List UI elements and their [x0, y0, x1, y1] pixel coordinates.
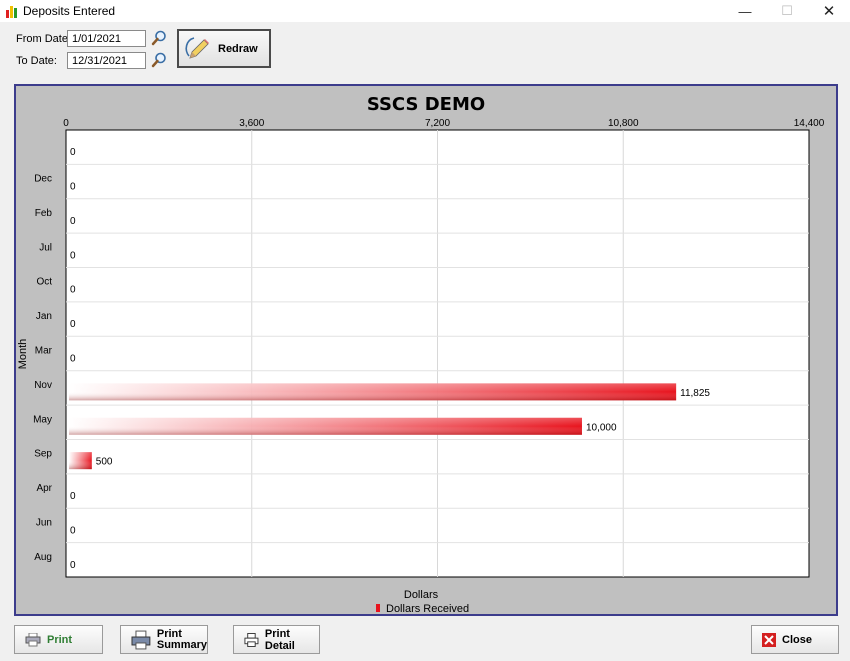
legend-label: Dollars Received: [386, 603, 469, 615]
y-tick-label: Oct: [36, 277, 52, 288]
data-label: 0: [70, 319, 76, 330]
data-label: 0: [70, 250, 76, 261]
x-tick-label: 0: [63, 118, 69, 129]
chart-title: SSCS DEMO: [367, 94, 485, 115]
x-tick-label: 7,200: [425, 118, 450, 129]
redraw-label: Redraw: [218, 42, 258, 55]
data-label: 0: [70, 182, 76, 193]
print-label: Print: [47, 633, 73, 646]
print-detail-label: Print Detail: [264, 627, 295, 652]
y-tick-label: Feb: [35, 208, 53, 219]
data-label: 500: [96, 457, 113, 468]
from-date-input[interactable]: [67, 30, 146, 47]
from-date-search-icon[interactable]: [150, 29, 168, 47]
x-axis-ticks: 0 3,600 7,200 10,800 14,400: [63, 118, 825, 129]
from-date-label: From Date:: [16, 33, 72, 45]
data-label: 0: [70, 147, 76, 158]
legend: Dollars Received: [376, 603, 469, 615]
print-summary-button[interactable]: Print Summary: [120, 625, 208, 654]
x-tick-label: 10,800: [608, 118, 639, 129]
data-label: 0: [70, 525, 76, 536]
bar-shade: [69, 417, 582, 435]
data-label: 10,000: [586, 422, 617, 433]
data-label: 0: [70, 560, 76, 571]
minimize-button[interactable]: —: [724, 0, 766, 22]
printer-icon: [131, 630, 151, 649]
printer-icon: [25, 632, 41, 646]
y-axis-label: Month: [17, 339, 29, 370]
print-summary-label: Print Summary: [156, 628, 207, 651]
close-label: Close: [782, 633, 812, 646]
print-button[interactable]: Print: [14, 625, 103, 654]
deposits-bar-chart: SSCS DEMO 0 3,600 7,200 10,800 14,400 0 Dec 0 F…: [17, 94, 825, 615]
legend-swatch: [376, 604, 380, 612]
data-label: 11,825: [680, 388, 710, 399]
print-summary-line2: Summary: [156, 638, 207, 651]
x-axis-label: Dollars: [404, 589, 439, 601]
bar-shade: [69, 452, 92, 470]
x-tick-label: 14,400: [794, 118, 825, 129]
y-tick-label: Aug: [34, 552, 52, 563]
y-tick-label: May: [33, 414, 52, 425]
data-label: 0: [70, 354, 76, 365]
title-bar: [0, 0, 850, 22]
bar-shade: [69, 383, 677, 401]
y-tick-label: Jun: [36, 517, 52, 528]
data-label: 0: [70, 216, 76, 227]
bar-chart-app-icon: [6, 6, 17, 18]
y-tick-label: Nov: [34, 380, 52, 391]
close-icon: [762, 632, 776, 647]
maximize-button[interactable]: ☐: [766, 0, 808, 22]
data-label: 0: [70, 285, 76, 296]
x-tick-label: 3,600: [239, 118, 264, 129]
to-date-search-icon[interactable]: [150, 51, 168, 69]
y-tick-label: Jan: [36, 311, 52, 322]
printer-icon: [244, 632, 259, 647]
window-close-button[interactable]: ✕: [808, 0, 850, 22]
data-label: 0: [70, 491, 76, 502]
close-button[interactable]: Close: [751, 625, 839, 654]
print-detail-button[interactable]: Print Detail: [233, 625, 320, 654]
window-title: Deposits Entered: [23, 4, 116, 18]
pencil-redraw-icon: [185, 36, 209, 59]
y-tick-label: Mar: [35, 346, 53, 357]
y-tick-label: Sep: [34, 449, 52, 460]
to-date-input[interactable]: [67, 52, 146, 69]
to-date-label: To Date:: [16, 55, 57, 67]
y-tick-label: Dec: [34, 174, 52, 185]
redraw-button[interactable]: Redraw: [177, 29, 271, 68]
y-tick-label: Apr: [36, 483, 52, 494]
y-tick-label: Jul: [39, 242, 52, 253]
